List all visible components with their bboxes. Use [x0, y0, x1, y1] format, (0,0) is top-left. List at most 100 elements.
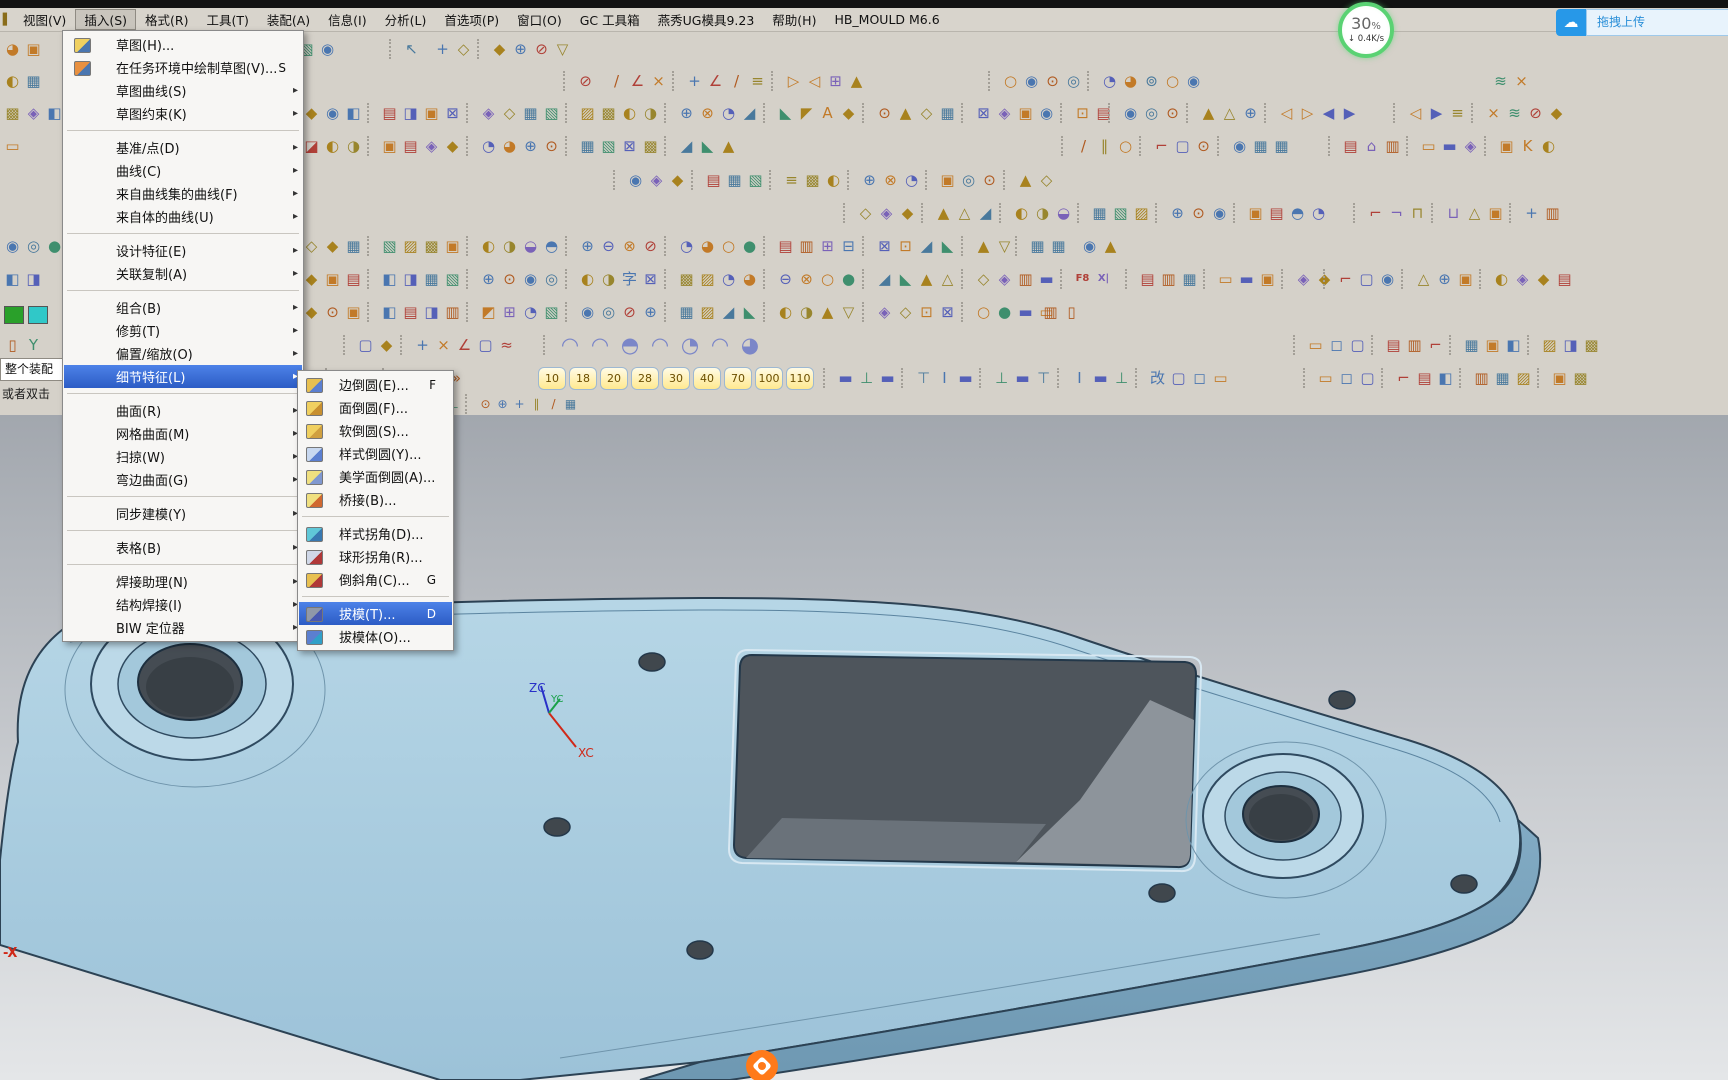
toolbar-icon[interactable]: ⊕	[478, 266, 499, 292]
toolbar-icon[interactable]: △	[1413, 266, 1434, 292]
toolbar-grip[interactable]	[1135, 368, 1144, 388]
toolbar-icon[interactable]: ▩	[1581, 332, 1602, 358]
toolbar-icon[interactable]: ◉	[322, 100, 343, 126]
toolbar-icon[interactable]: ⊙	[979, 167, 1000, 193]
toolbar-icon[interactable]: ▥	[1542, 200, 1563, 226]
toolbar-icon[interactable]: ◇	[301, 233, 322, 259]
toolbar-grip[interactable]	[466, 269, 475, 289]
toolbar-icon[interactable]: ◈	[1293, 266, 1314, 292]
toolbar-grip[interactable]	[979, 368, 988, 388]
toolbar-icon[interactable]: △	[954, 200, 975, 226]
toolbar-icon[interactable]: ◑	[796, 299, 817, 325]
toolbar-grip[interactable]	[1459, 368, 1468, 388]
toolbar-icon[interactable]: ≡	[747, 68, 768, 94]
toolbar-icon[interactable]: ▣	[937, 167, 958, 193]
toolbar-icon[interactable]: ▶	[1339, 100, 1360, 126]
toolbar-icon[interactable]: ⊗	[697, 100, 718, 126]
toolbar-icon[interactable]: /	[606, 68, 627, 94]
toolbar-icon[interactable]: ⊠	[640, 266, 661, 292]
submenu-item-aesthetic-face-blend[interactable]: 美学面倒圆(A)...	[299, 465, 452, 488]
toolbar-grip[interactable]	[565, 302, 574, 322]
toolbar-icon[interactable]: ◉	[2, 233, 23, 259]
toolbar-icon[interactable]: ⊞	[817, 233, 838, 259]
toolbar-icon[interactable]: ▨	[697, 299, 718, 325]
toolbar-icon[interactable]: ▣	[1455, 266, 1476, 292]
menu-item-structure-weld[interactable]: 结构焊接(I)▸	[64, 593, 302, 616]
toolbar-icon[interactable]: ◣	[895, 266, 916, 292]
menubar-item-gc-toolbox[interactable]: GC 工具箱	[571, 9, 649, 30]
toolbar-grip[interactable]	[1479, 269, 1488, 289]
toolbar-icon[interactable]: ◢	[975, 200, 996, 226]
toolbar-grip[interactable]	[565, 236, 574, 256]
toolbar-icon[interactable]: ▥	[442, 299, 463, 325]
toolbar-icon[interactable]: ▤	[343, 266, 364, 292]
toolbar-grip[interactable]	[1061, 136, 1070, 156]
toolbar-icon[interactable]: ◁	[1405, 100, 1426, 126]
toolbar-icon[interactable]: ●	[739, 233, 760, 259]
toolbar-icon[interactable]: ▢	[355, 332, 376, 358]
toolbar-grip[interactable]	[1293, 335, 1302, 355]
toolbar-icon[interactable]: ◢	[739, 100, 760, 126]
toolbar-icon[interactable]: ▧	[745, 167, 766, 193]
toolbar-icon[interactable]: ▭	[1305, 332, 1326, 358]
toolbar-grip[interactable]	[1471, 103, 1480, 123]
toolbar-icon[interactable]: ⊥	[1111, 365, 1132, 391]
menu-item-curve-from-curves[interactable]: 来自曲线集的曲线(F)▸	[64, 182, 302, 205]
toolbar-icon[interactable]: ▩	[598, 100, 619, 126]
toolbar-icon[interactable]: ▤	[703, 167, 724, 193]
toolbar-icon[interactable]: ◕	[499, 133, 520, 159]
toolbar-icon[interactable]: I	[1069, 365, 1090, 391]
limit-number-button[interactable]: 20	[600, 367, 628, 390]
toolbar-icon[interactable]: ◎	[958, 167, 979, 193]
toolbar-icon[interactable]: ◨	[400, 100, 421, 126]
toolbar-grip[interactable]	[763, 236, 772, 256]
toolbar-icon[interactable]: ⊕	[676, 100, 697, 126]
toolbar-grip[interactable]	[769, 170, 778, 190]
toolbar-grip[interactable]	[1015, 236, 1024, 256]
toolbar-grip[interactable]	[543, 335, 552, 355]
toolbar-icon[interactable]: ▲	[1100, 233, 1121, 259]
menubar-item-hb-mould[interactable]: HB_MOULD M6.6	[825, 11, 948, 28]
toolbar-icon[interactable]: ◐	[1011, 200, 1032, 226]
toolbar-icon[interactable]: ◔	[1308, 200, 1329, 226]
toolbar-icon[interactable]: ▧	[598, 133, 619, 159]
toolbar-grip[interactable]	[1077, 203, 1086, 223]
toolbar-icon[interactable]: ▲	[916, 266, 937, 292]
toolbar-icon[interactable]: ∠	[627, 68, 648, 94]
toolbar-grip[interactable]	[565, 269, 574, 289]
toolbar-grip[interactable]	[961, 302, 970, 322]
toolbar-icon[interactable]: ⊥	[991, 365, 1012, 391]
toolbar-grip[interactable]	[921, 203, 930, 223]
toolbar-icon[interactable]: ⊠	[973, 100, 994, 126]
toolbar-grip[interactable]	[1484, 136, 1493, 156]
toolbar-icon[interactable]: ◣	[775, 100, 796, 126]
menu-item-datum-point[interactable]: 基准/点(D)▸	[64, 136, 302, 159]
toolbar-grip[interactable]	[862, 236, 871, 256]
toolbar-icon[interactable]: ▬	[1090, 365, 1111, 391]
menubar-item-insert[interactable]: 插入(S)	[75, 9, 136, 30]
toolbar-icon[interactable]: ▤	[1414, 365, 1435, 391]
toolbar-icon[interactable]: ▲	[973, 233, 994, 259]
toolbar-icon[interactable]: ⊕	[510, 36, 531, 62]
toolbar-icon[interactable]: ◣	[937, 233, 958, 259]
toolbar-icon[interactable]: ▨	[577, 100, 598, 126]
toolbar-icon[interactable]: ⊕	[494, 395, 511, 413]
toolbar-icon[interactable]: /	[726, 68, 747, 94]
toolbar-icon[interactable]: ▲	[1198, 100, 1219, 126]
toolbar-icon[interactable]: ▦	[577, 133, 598, 159]
toolbar-icon[interactable]: +	[511, 395, 528, 413]
toolbar-icon[interactable]: ◆	[376, 332, 397, 358]
toolbar-icon[interactable]: ⊡	[916, 299, 937, 325]
toolbar-icon[interactable]: ◪	[301, 133, 322, 159]
toolbar-grip[interactable]	[1393, 103, 1402, 123]
toolbar-icon[interactable]: ◉	[1229, 133, 1250, 159]
toolbar-icon[interactable]: ○	[1000, 68, 1021, 94]
toolbar-icon[interactable]: ◧	[1435, 365, 1456, 391]
toolbar-icon[interactable]: ○	[718, 233, 739, 259]
toolbar-icon[interactable]: Y	[23, 332, 44, 358]
toolbar-icon[interactable]: ▭	[2, 133, 23, 159]
toolbar-icon[interactable]: ⌂	[1361, 133, 1382, 159]
toolbar-icon[interactable]: ▲	[817, 299, 838, 325]
toolbar-icon[interactable]: ◻	[1189, 365, 1210, 391]
toolbar-icon[interactable]: I	[934, 365, 955, 391]
